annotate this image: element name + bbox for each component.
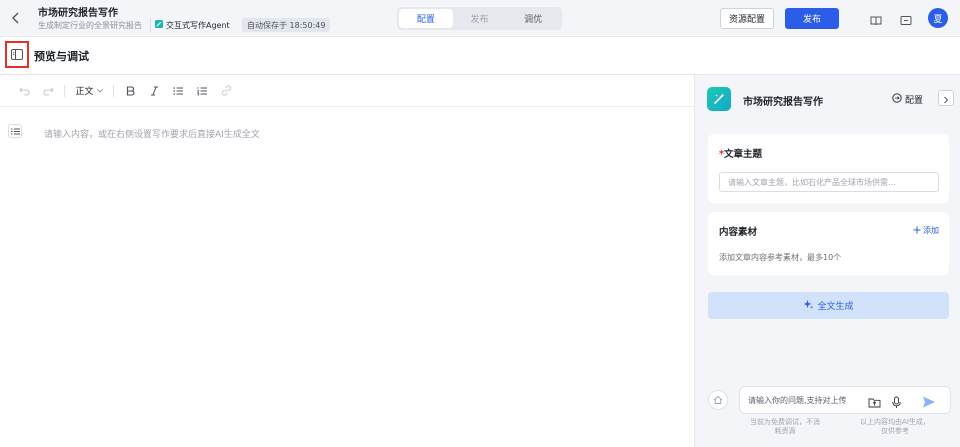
numbered-list-icon[interactable] bbox=[190, 81, 214, 101]
italic-icon[interactable] bbox=[142, 81, 166, 101]
editor-toolbar: 正文 bbox=[0, 75, 694, 107]
chevron-right-icon bbox=[943, 89, 949, 108]
bold-icon[interactable] bbox=[118, 81, 142, 101]
section-bar: 预览与调试 bbox=[0, 37, 960, 75]
tab-tune[interactable]: 调优 bbox=[506, 9, 560, 28]
outline-icon[interactable] bbox=[8, 124, 22, 138]
config-icon bbox=[892, 93, 902, 106]
add-material-button[interactable]: 添加 bbox=[913, 225, 939, 236]
avatar[interactable]: 夏 bbox=[928, 8, 948, 28]
link-icon[interactable] bbox=[214, 81, 238, 101]
toolbar-divider bbox=[64, 84, 65, 97]
ai-disclaimer-line1: 以上内容均由AI生成， bbox=[860, 418, 930, 426]
mode-tabs: 配置 发布 调优 bbox=[397, 7, 562, 30]
chat-input[interactable]: 请输入你的问题,支持对上传 bbox=[739, 386, 951, 414]
app-logo-icon bbox=[707, 87, 731, 111]
sidebar-panel-icon bbox=[11, 45, 23, 64]
materials-label: 内容素材 bbox=[719, 227, 758, 238]
send-icon[interactable] bbox=[922, 394, 935, 408]
undo-icon[interactable] bbox=[12, 81, 36, 101]
generate-full-text-button[interactable]: 全文生成 bbox=[708, 292, 949, 319]
chevron-down-icon bbox=[96, 86, 103, 96]
materials-hint: 添加文章内容参考素材，最多10个 bbox=[719, 253, 842, 262]
tab-config[interactable]: 配置 bbox=[399, 9, 453, 28]
topic-input[interactable]: 请输入文章主题，比如石化产品全球市场供需... bbox=[719, 172, 939, 192]
upload-folder-icon[interactable] bbox=[868, 394, 881, 408]
microphone-icon[interactable] bbox=[890, 394, 903, 408]
config-panel: 市场研究报告写作 配置 *文章主题 请输入文章主题，比如石化产品全球市场供需..… bbox=[694, 75, 960, 447]
panel-app-name: 市场研究报告写作 bbox=[743, 97, 823, 108]
editor-placeholder: 请输入内容，或在右侧设置写作要求后直接AI生成全文 bbox=[44, 130, 260, 140]
section-title: 预览与调试 bbox=[34, 50, 89, 63]
generate-label: 全文生成 bbox=[817, 302, 854, 312]
chat-row: 请输入你的问题,支持对上传 bbox=[695, 385, 960, 415]
back-arrow-icon[interactable] bbox=[8, 10, 24, 26]
topic-label-text: 文章主题 bbox=[723, 149, 762, 160]
editor-area[interactable]: 请输入内容，或在右侧设置写作要求后直接AI生成全文 bbox=[0, 107, 694, 447]
top-bar: 市场研究报告写作 生成制定行业的全景研究报告 交互式写作Agent 自动保存于 … bbox=[0, 0, 960, 37]
magic-wand-icon bbox=[154, 19, 164, 31]
add-material-label: 添加 bbox=[923, 226, 939, 235]
resource-config-button[interactable]: 资源配置 bbox=[720, 8, 774, 29]
free-trial-notice: 当前为免费调试，不消 耗资源 bbox=[735, 418, 835, 436]
ai-disclaimer: 以上内容均由AI生成， 仅供参考 bbox=[845, 418, 945, 436]
paragraph-style-label: 正文 bbox=[75, 87, 94, 97]
tab-publish[interactable]: 发布 bbox=[453, 9, 507, 28]
agent-label: 交互式写作Agent bbox=[166, 20, 230, 30]
free-trial-notice-line2: 耗资源 bbox=[774, 427, 796, 435]
app-subtitle: 生成制定行业的全景研究报告 bbox=[38, 21, 142, 30]
toolbar-divider bbox=[113, 84, 114, 97]
book-icon[interactable] bbox=[870, 12, 882, 26]
topic-label: *文章主题 bbox=[719, 146, 762, 160]
autosave-status: 自动保存于 18:50:49 bbox=[242, 18, 331, 32]
materials-card: 内容素材 添加 添加文章内容参考素材，最多10个 bbox=[708, 212, 949, 275]
panel-toggle-button[interactable] bbox=[5, 41, 29, 68]
app-title: 市场研究报告写作 bbox=[38, 8, 118, 19]
plus-icon bbox=[913, 226, 921, 236]
chat-placeholder: 请输入你的问题,支持对上传 bbox=[748, 396, 847, 405]
topic-card: *文章主题 请输入文章主题，比如石化产品全球市场供需... bbox=[708, 134, 949, 203]
bullet-list-icon[interactable] bbox=[166, 81, 190, 101]
message-icon[interactable] bbox=[900, 12, 912, 25]
paragraph-style-select[interactable]: 正文 bbox=[69, 81, 109, 101]
panel-config-label: 配置 bbox=[905, 96, 924, 106]
expand-panel-button[interactable] bbox=[938, 90, 954, 106]
panel-config-button[interactable]: 配置 bbox=[892, 93, 923, 106]
agent-badge: 交互式写作Agent bbox=[150, 18, 234, 32]
home-icon[interactable] bbox=[708, 390, 728, 410]
redo-icon[interactable] bbox=[36, 81, 60, 101]
publish-button[interactable]: 发布 bbox=[785, 8, 839, 29]
ai-disclaimer-line2: 仅供参考 bbox=[881, 427, 909, 435]
sparkle-icon bbox=[803, 299, 814, 313]
free-trial-notice-line1: 当前为免费调试，不消 bbox=[750, 418, 820, 426]
